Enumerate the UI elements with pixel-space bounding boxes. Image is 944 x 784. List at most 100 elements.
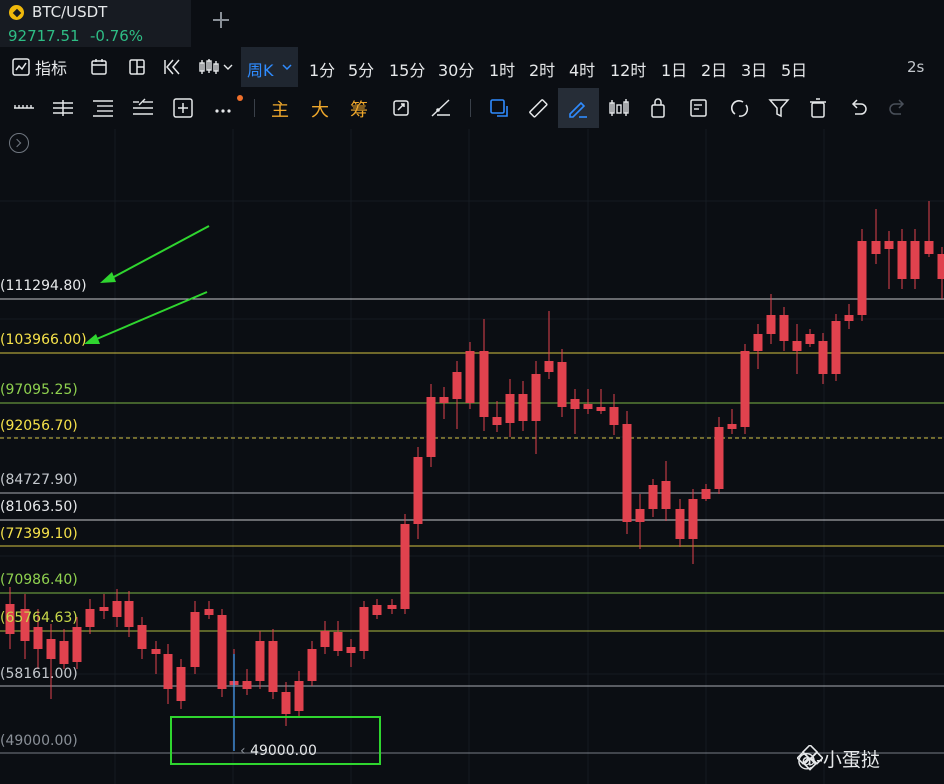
candle-body — [46, 639, 56, 659]
filter-icon[interactable] — [767, 96, 791, 120]
indicator-button[interactable]: 指标 — [12, 56, 67, 78]
candle-body — [204, 609, 214, 615]
watermark: @-小蛋挞 — [797, 745, 880, 772]
tab-5d[interactable]: 5日 — [781, 57, 807, 81]
candle-body — [701, 489, 711, 499]
candle-body — [163, 654, 173, 689]
candle-body — [59, 641, 69, 664]
annotation-arrowhead — [100, 272, 116, 283]
sync-icon[interactable] — [389, 96, 413, 120]
pair-tab[interactable]: BTC/USDT 92717.51 -0.76% — [0, 0, 191, 47]
tab-week[interactable]: 周K — [241, 47, 298, 87]
candle-body — [635, 509, 645, 522]
copy-icon[interactable] — [487, 96, 511, 120]
candle-body — [884, 241, 894, 249]
candle-body — [805, 334, 815, 344]
line-chart-icon — [12, 58, 30, 76]
candle-body — [897, 241, 907, 279]
candle-body — [505, 394, 515, 423]
pair-change: -0.76% — [90, 27, 144, 45]
candle-body — [400, 524, 410, 609]
chip-distribution-button[interactable]: 筹 — [350, 96, 368, 122]
candle-body — [766, 315, 776, 334]
candle-body — [72, 627, 82, 662]
level-label: (111294.80) — [0, 278, 87, 294]
candle-body — [333, 632, 343, 651]
tab-week-label: 周K — [247, 61, 274, 80]
fib-retracement-icon[interactable] — [91, 96, 115, 120]
redo-icon[interactable] — [886, 96, 910, 120]
candle-body — [924, 241, 934, 254]
magnet-icon[interactable] — [727, 96, 751, 120]
level-label: (77399.10) — [0, 526, 78, 542]
candle-body — [596, 407, 606, 411]
tab-12h[interactable]: 12时 — [610, 57, 646, 81]
level-label: (84727.90) — [0, 472, 78, 488]
calendar-icon[interactable] — [89, 57, 109, 77]
candle-body — [281, 692, 291, 714]
collapse-icon[interactable] — [9, 133, 29, 153]
candle-body — [413, 457, 423, 524]
candle-body — [544, 361, 554, 372]
candle-body — [372, 605, 382, 615]
rewind-icon[interactable] — [163, 57, 183, 77]
candle-body — [151, 649, 161, 654]
ruler-icon[interactable] — [526, 96, 550, 120]
candle-body — [307, 649, 317, 681]
candle-type-icon[interactable] — [197, 57, 237, 77]
tab-4h[interactable]: 4时 — [569, 57, 595, 81]
undo-icon[interactable] — [846, 96, 870, 120]
candle-body — [479, 351, 489, 417]
candle-body — [112, 601, 122, 617]
candle-body — [531, 374, 541, 421]
level-label: (97095.25) — [0, 382, 78, 398]
parallel-channel-icon[interactable] — [51, 96, 75, 120]
level-label: (70986.40) — [0, 572, 78, 588]
chart-canvas[interactable] — [0, 129, 944, 784]
trend-tool-icon[interactable] — [429, 96, 453, 120]
tab-1d[interactable]: 1日 — [661, 57, 687, 81]
layout-icon[interactable] — [127, 57, 147, 77]
candle-body — [818, 341, 828, 374]
note-icon[interactable] — [687, 96, 711, 120]
ray-line-icon[interactable] — [131, 96, 155, 120]
draw-mode-toggle[interactable] — [558, 88, 599, 128]
refresh-interval[interactable]: 2s — [907, 58, 924, 76]
chevron-down-icon — [282, 64, 292, 71]
toolbar-divider — [254, 99, 255, 117]
tab-2d[interactable]: 2日 — [701, 57, 727, 81]
trash-icon[interactable] — [806, 96, 830, 120]
candle-body — [439, 397, 449, 403]
candle-body — [831, 321, 841, 374]
tab-3d[interactable]: 3日 — [741, 57, 767, 81]
candles-icon[interactable] — [607, 96, 631, 120]
pencil-icon — [569, 101, 587, 118]
toolbar-divider — [470, 99, 471, 117]
tab-15m[interactable]: 15分 — [389, 57, 425, 81]
notification-dot — [237, 95, 243, 101]
candle-body — [465, 351, 475, 403]
min-price-marker: ‹ 49000.00 — [240, 743, 317, 759]
tab-5m[interactable]: 5分 — [348, 57, 374, 81]
candle-body — [255, 641, 265, 681]
candle-body — [675, 509, 685, 539]
add-drawing-icon[interactable] — [171, 96, 195, 120]
main-indicator-button[interactable]: 主 — [271, 96, 289, 122]
tab-30m[interactable]: 30分 — [438, 57, 474, 81]
level-label: (49000.00) — [0, 733, 78, 749]
kline-chart[interactable]: (111294.80) (103966.00) (97095.25) (9205… — [0, 129, 944, 784]
candle-body — [622, 424, 632, 522]
lock-icon[interactable] — [646, 96, 670, 120]
big-order-button[interactable]: 大 — [311, 96, 329, 122]
candle-body — [294, 681, 304, 711]
plus-icon[interactable] — [208, 7, 234, 33]
candle-body — [779, 315, 789, 341]
candle-body — [844, 315, 854, 321]
tab-1m[interactable]: 1分 — [309, 57, 335, 81]
candle-body — [518, 394, 528, 421]
candle-body — [937, 254, 944, 279]
more-icon[interactable] — [212, 96, 236, 120]
tab-2h[interactable]: 2时 — [529, 57, 555, 81]
tab-1h[interactable]: 1时 — [489, 57, 515, 81]
horizontal-line-icon[interactable] — [12, 96, 36, 120]
